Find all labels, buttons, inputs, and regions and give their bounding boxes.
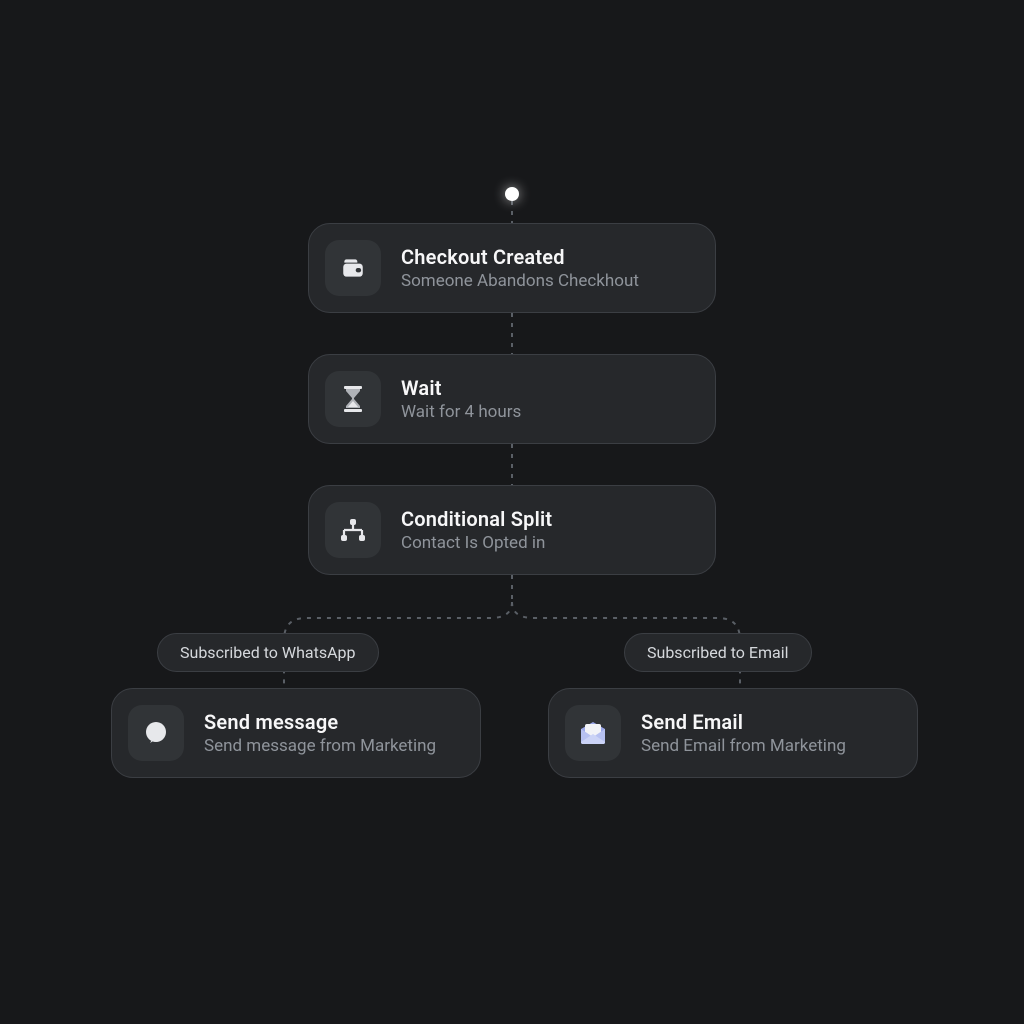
- node-title: Wait: [401, 376, 521, 400]
- branch-label-right: Subscribed to Email: [624, 633, 812, 672]
- flow-start-dot: [505, 187, 519, 201]
- node-subtitle: Contact Is Opted in: [401, 533, 552, 553]
- node-subtitle: Send Email from Marketing: [641, 736, 846, 756]
- node-title: Send Email: [641, 710, 846, 734]
- hourglass-icon: [325, 371, 381, 427]
- node-title: Checkout Created: [401, 245, 639, 269]
- node-wait[interactable]: Wait Wait for 4 hours: [308, 354, 716, 444]
- node-title: Send message: [204, 710, 436, 734]
- split-icon: [325, 502, 381, 558]
- node-subtitle: Send message from Marketing: [204, 736, 436, 756]
- node-trigger[interactable]: Checkout Created Someone Abandons Checkh…: [308, 223, 716, 313]
- chat-icon: [128, 705, 184, 761]
- node-split[interactable]: Conditional Split Contact Is Opted in: [308, 485, 716, 575]
- node-send-email[interactable]: Send Email Send Email from Marketing: [548, 688, 918, 778]
- wallet-icon: [325, 240, 381, 296]
- node-title: Conditional Split: [401, 507, 552, 531]
- branch-label-left: Subscribed to WhatsApp: [157, 633, 379, 672]
- node-send-message[interactable]: Send message Send message from Marketing: [111, 688, 481, 778]
- node-subtitle: Wait for 4 hours: [401, 402, 521, 422]
- node-subtitle: Someone Abandons Checkhout: [401, 271, 639, 291]
- email-icon: [565, 705, 621, 761]
